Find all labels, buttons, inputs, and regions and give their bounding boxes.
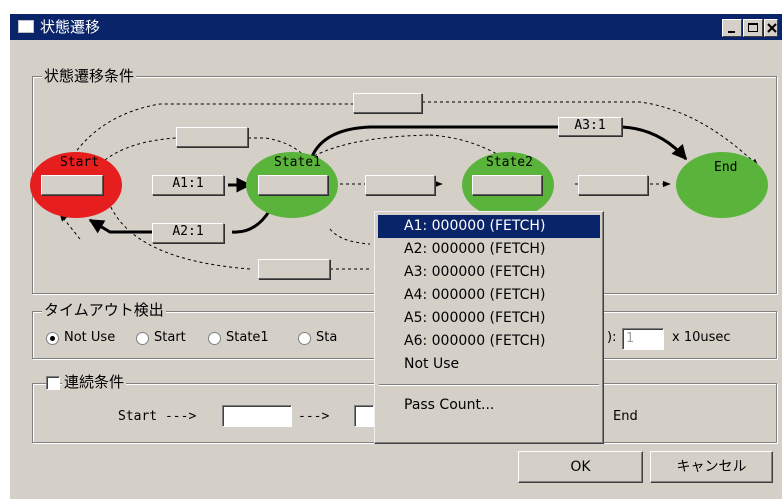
timeout-detection-group-label: タイムアウト検出 bbox=[42, 301, 166, 319]
radio-state1-label: State1 bbox=[226, 330, 269, 345]
sequence-end-label: End bbox=[613, 409, 638, 424]
menu-item-pass-count[interactable]: Pass Count... bbox=[378, 394, 600, 417]
condition-field-state1-start[interactable] bbox=[258, 259, 330, 279]
ok-button[interactable]: OK bbox=[518, 451, 643, 483]
sequence-field-1[interactable] bbox=[222, 405, 292, 427]
menu-item-not-use[interactable]: Not Use bbox=[378, 353, 600, 376]
sequence-arrow-label: ---> bbox=[298, 409, 330, 424]
radio-state1[interactable] bbox=[208, 332, 221, 345]
radio-start[interactable] bbox=[136, 332, 149, 345]
menu-item-a3[interactable]: A3: 000000 (FETCH) bbox=[378, 261, 600, 284]
timeout-unit-label: x 10usec bbox=[672, 330, 731, 345]
state-end-label: End bbox=[714, 160, 738, 175]
condition-field-a1[interactable]: A1:1 bbox=[152, 175, 224, 195]
start-state-field[interactable] bbox=[41, 175, 103, 195]
state-transition-window: 状態遷移 状態遷移条件 Start State1 State2 End A3:1… bbox=[8, 12, 782, 499]
timeout-value-label: ): bbox=[607, 330, 617, 345]
sequence-field-2[interactable] bbox=[354, 405, 374, 427]
condition-field-state2-end[interactable] bbox=[578, 175, 648, 195]
state2-label: State2 bbox=[486, 155, 533, 170]
menu-item-a5[interactable]: A5: 000000 (FETCH) bbox=[378, 307, 600, 330]
radio-not-use-label: Not Use bbox=[64, 330, 116, 345]
state-start-label: Start bbox=[60, 155, 100, 170]
radio-state2[interactable] bbox=[298, 332, 311, 345]
continuous-condition-label: 連続条件 bbox=[62, 373, 127, 391]
menu-item-a6[interactable]: A6: 000000 (FETCH) bbox=[378, 330, 600, 353]
state2-field[interactable] bbox=[472, 175, 542, 195]
condition-field-start-state1[interactable] bbox=[176, 127, 248, 147]
state1-field[interactable] bbox=[258, 175, 328, 195]
menu-item-a1[interactable]: A1: 000000 (FETCH) bbox=[378, 215, 600, 238]
condition-field-start-end[interactable] bbox=[353, 93, 422, 113]
radio-state2-label: Sta bbox=[316, 330, 338, 345]
menu-separator bbox=[379, 384, 599, 386]
radio-start-label: Start bbox=[154, 330, 186, 345]
radio-not-use[interactable] bbox=[46, 332, 59, 345]
condition-field-a2[interactable]: A2:1 bbox=[152, 223, 224, 243]
sequence-start-label: Start ---> bbox=[118, 409, 197, 424]
menu-item-a4[interactable]: A4: 000000 (FETCH) bbox=[378, 284, 600, 307]
condition-field-state1-state2[interactable] bbox=[365, 175, 435, 195]
cancel-button[interactable]: キャンセル bbox=[650, 451, 773, 483]
condition-context-menu: A1: 000000 (FETCH) A2: 000000 (FETCH) A3… bbox=[374, 211, 604, 444]
condition-field-a3[interactable]: A3:1 bbox=[558, 117, 622, 136]
state1-label: State1 bbox=[274, 155, 321, 170]
timeout-value-input[interactable]: 1 bbox=[622, 328, 664, 350]
menu-item-a2[interactable]: A2: 000000 (FETCH) bbox=[378, 238, 600, 261]
continuous-condition-checkbox[interactable] bbox=[46, 376, 60, 390]
